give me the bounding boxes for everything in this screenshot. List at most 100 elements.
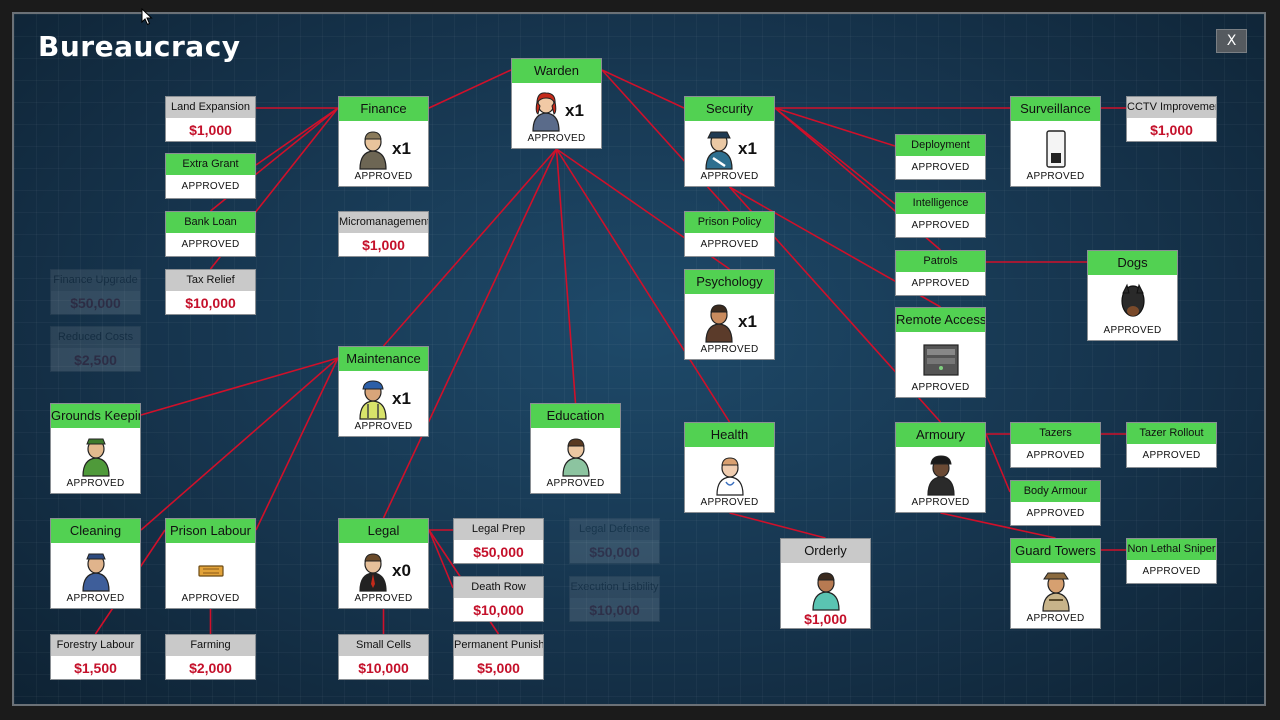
staff-count: x1 — [392, 139, 411, 158]
node-maintenance[interactable]: Maintenance x1 APPROVED — [338, 346, 429, 437]
node-finance[interactable]: Finance x1 APPROVED — [338, 96, 429, 187]
node-label: Health — [685, 423, 774, 447]
node-cctv-improvement[interactable]: CCTV Improvement $1,000 — [1126, 96, 1217, 142]
node-legal-prep[interactable]: Legal Prep $50,000 — [453, 518, 544, 564]
node-farming[interactable]: Farming $2,000 — [165, 634, 256, 680]
approved-status: APPROVED — [354, 593, 413, 604]
node-label: Tax Relief — [166, 270, 255, 291]
node-body: APPROVED — [1011, 444, 1100, 467]
node-guard-towers[interactable]: Guard Towers APPROVED — [1010, 538, 1101, 629]
node-tazer-rollout[interactable]: Tazer Rollout APPROVED — [1126, 422, 1217, 468]
node-dogs[interactable]: Dogs APPROVED — [1087, 250, 1178, 341]
node-label: Micromanagement — [339, 212, 428, 233]
approved-status: APPROVED — [911, 278, 970, 289]
workshop-icon — [196, 562, 226, 580]
node-deployment[interactable]: Deployment APPROVED — [895, 134, 986, 180]
node-body: APPROVED — [531, 428, 620, 493]
node-figure — [559, 434, 593, 478]
node-body: $5,000 — [454, 656, 543, 679]
node-locked-legal-b[interactable]: Execution Liability $10,000 — [569, 576, 660, 622]
node-health[interactable]: Health APPROVED — [684, 422, 775, 513]
node-armoury[interactable]: Armoury APPROVED — [895, 422, 986, 513]
node-locked-legal-a[interactable]: Legal Defense $50,000 — [569, 518, 660, 564]
research-cost: $5,000 — [477, 659, 520, 676]
node-education[interactable]: Education APPROVED — [530, 403, 621, 494]
dog-icon — [1118, 283, 1148, 323]
node-label: Small Cells — [339, 635, 428, 656]
node-locked-finance-b[interactable]: Reduced Costs $2,500 — [50, 326, 141, 372]
node-bank-loan[interactable]: Bank Loan APPROVED — [165, 211, 256, 257]
approved-status: APPROVED — [911, 382, 970, 393]
node-figure: x1 — [356, 377, 411, 421]
node-body: x0 APPROVED — [339, 543, 428, 608]
node-psychology[interactable]: Psychology x1 APPROVED — [684, 269, 775, 360]
node-body: APPROVED — [896, 272, 985, 295]
approved-status: APPROVED — [1026, 508, 1085, 519]
node-orderly[interactable]: Orderly $1,000 — [780, 538, 871, 629]
node-permanent-punishments[interactable]: Permanent Punishments $5,000 — [453, 634, 544, 680]
node-locked-finance-a[interactable]: Finance Upgrade $50,000 — [50, 269, 141, 315]
node-label: Forestry Labour — [51, 635, 140, 656]
foreman-icon — [356, 378, 390, 420]
node-body: $1,500 — [51, 656, 140, 679]
node-label: Legal Prep — [454, 519, 543, 540]
node-death-row[interactable]: Death Row $10,000 — [453, 576, 544, 622]
approved-status: APPROVED — [700, 497, 759, 508]
node-warden[interactable]: Warden x1 APPROVED — [511, 58, 602, 149]
node-body: x1 APPROVED — [685, 294, 774, 359]
node-prison-labour[interactable]: Prison Labour APPROVED — [165, 518, 256, 609]
psychologist-icon — [702, 301, 736, 343]
node-body: APPROVED — [1088, 275, 1177, 340]
node-surveillance[interactable]: Surveillance APPROVED — [1010, 96, 1101, 187]
node-tazers[interactable]: Tazers APPROVED — [1010, 422, 1101, 468]
node-body: x1 APPROVED — [685, 121, 774, 186]
node-security[interactable]: Security x1 APPROVED — [684, 96, 775, 187]
node-label: Reduced Costs — [51, 327, 140, 348]
node-label: Remote Access — [896, 308, 985, 332]
node-grounds-keeping[interactable]: Grounds Keeping APPROVED — [50, 403, 141, 494]
node-label: Execution Liability — [570, 577, 659, 598]
node-label: Legal — [339, 519, 428, 543]
node-label: Tazer Rollout — [1127, 423, 1216, 444]
node-label: Body Armour — [1011, 481, 1100, 502]
research-cost: $1,000 — [1150, 121, 1193, 138]
research-cost: $50,000 — [589, 543, 640, 560]
node-prison-policy[interactable]: Prison Policy APPROVED — [684, 211, 775, 257]
node-legal[interactable]: Legal x0 APPROVED — [338, 518, 429, 609]
approved-status: APPROVED — [66, 478, 125, 489]
node-body-armour[interactable]: Body Armour APPROVED — [1010, 480, 1101, 526]
node-label: Armoury — [896, 423, 985, 447]
approved-status: APPROVED — [1026, 450, 1085, 461]
node-body: $10,000 — [570, 598, 659, 621]
node-extra-grant[interactable]: Extra Grant APPROVED — [165, 153, 256, 199]
approved-status: APPROVED — [66, 593, 125, 604]
node-body: APPROVED — [896, 447, 985, 512]
approved-status: APPROVED — [1026, 613, 1085, 624]
approved-status: APPROVED — [1026, 171, 1085, 182]
node-land-expansion[interactable]: Land Expansion $1,000 — [165, 96, 256, 142]
node-figure — [1045, 127, 1067, 171]
node-body: APPROVED — [166, 543, 255, 608]
node-non-lethal-sniper[interactable]: Non Lethal Sniper APPROVED — [1126, 538, 1217, 584]
approved-status: APPROVED — [1142, 566, 1201, 577]
node-body: APPROVED — [166, 175, 255, 198]
research-cost: $10,000 — [589, 601, 640, 618]
node-tax-relief[interactable]: Tax Relief $10,000 — [165, 269, 256, 315]
node-small-cells[interactable]: Small Cells $10,000 — [338, 634, 429, 680]
approved-status: APPROVED — [354, 421, 413, 432]
accountant-icon — [356, 128, 390, 170]
node-body: APPROVED — [51, 428, 140, 493]
approved-status: APPROVED — [546, 478, 605, 489]
node-body: $10,000 — [166, 291, 255, 314]
close-button[interactable]: X — [1216, 29, 1247, 53]
node-remote-access[interactable]: Remote Access APPROVED — [895, 307, 986, 398]
node-body: APPROVED — [685, 447, 774, 512]
node-label: Maintenance — [339, 347, 428, 371]
approved-status: APPROVED — [181, 181, 240, 192]
node-body: APPROVED — [896, 214, 985, 237]
node-micromanagement[interactable]: Micromanagement $1,000 — [338, 211, 429, 257]
node-cleaning[interactable]: Cleaning APPROVED — [50, 518, 141, 609]
node-intelligence[interactable]: Intelligence APPROVED — [895, 192, 986, 238]
node-patrols[interactable]: Patrols APPROVED — [895, 250, 986, 296]
node-forestry-labour[interactable]: Forestry Labour $1,500 — [50, 634, 141, 680]
